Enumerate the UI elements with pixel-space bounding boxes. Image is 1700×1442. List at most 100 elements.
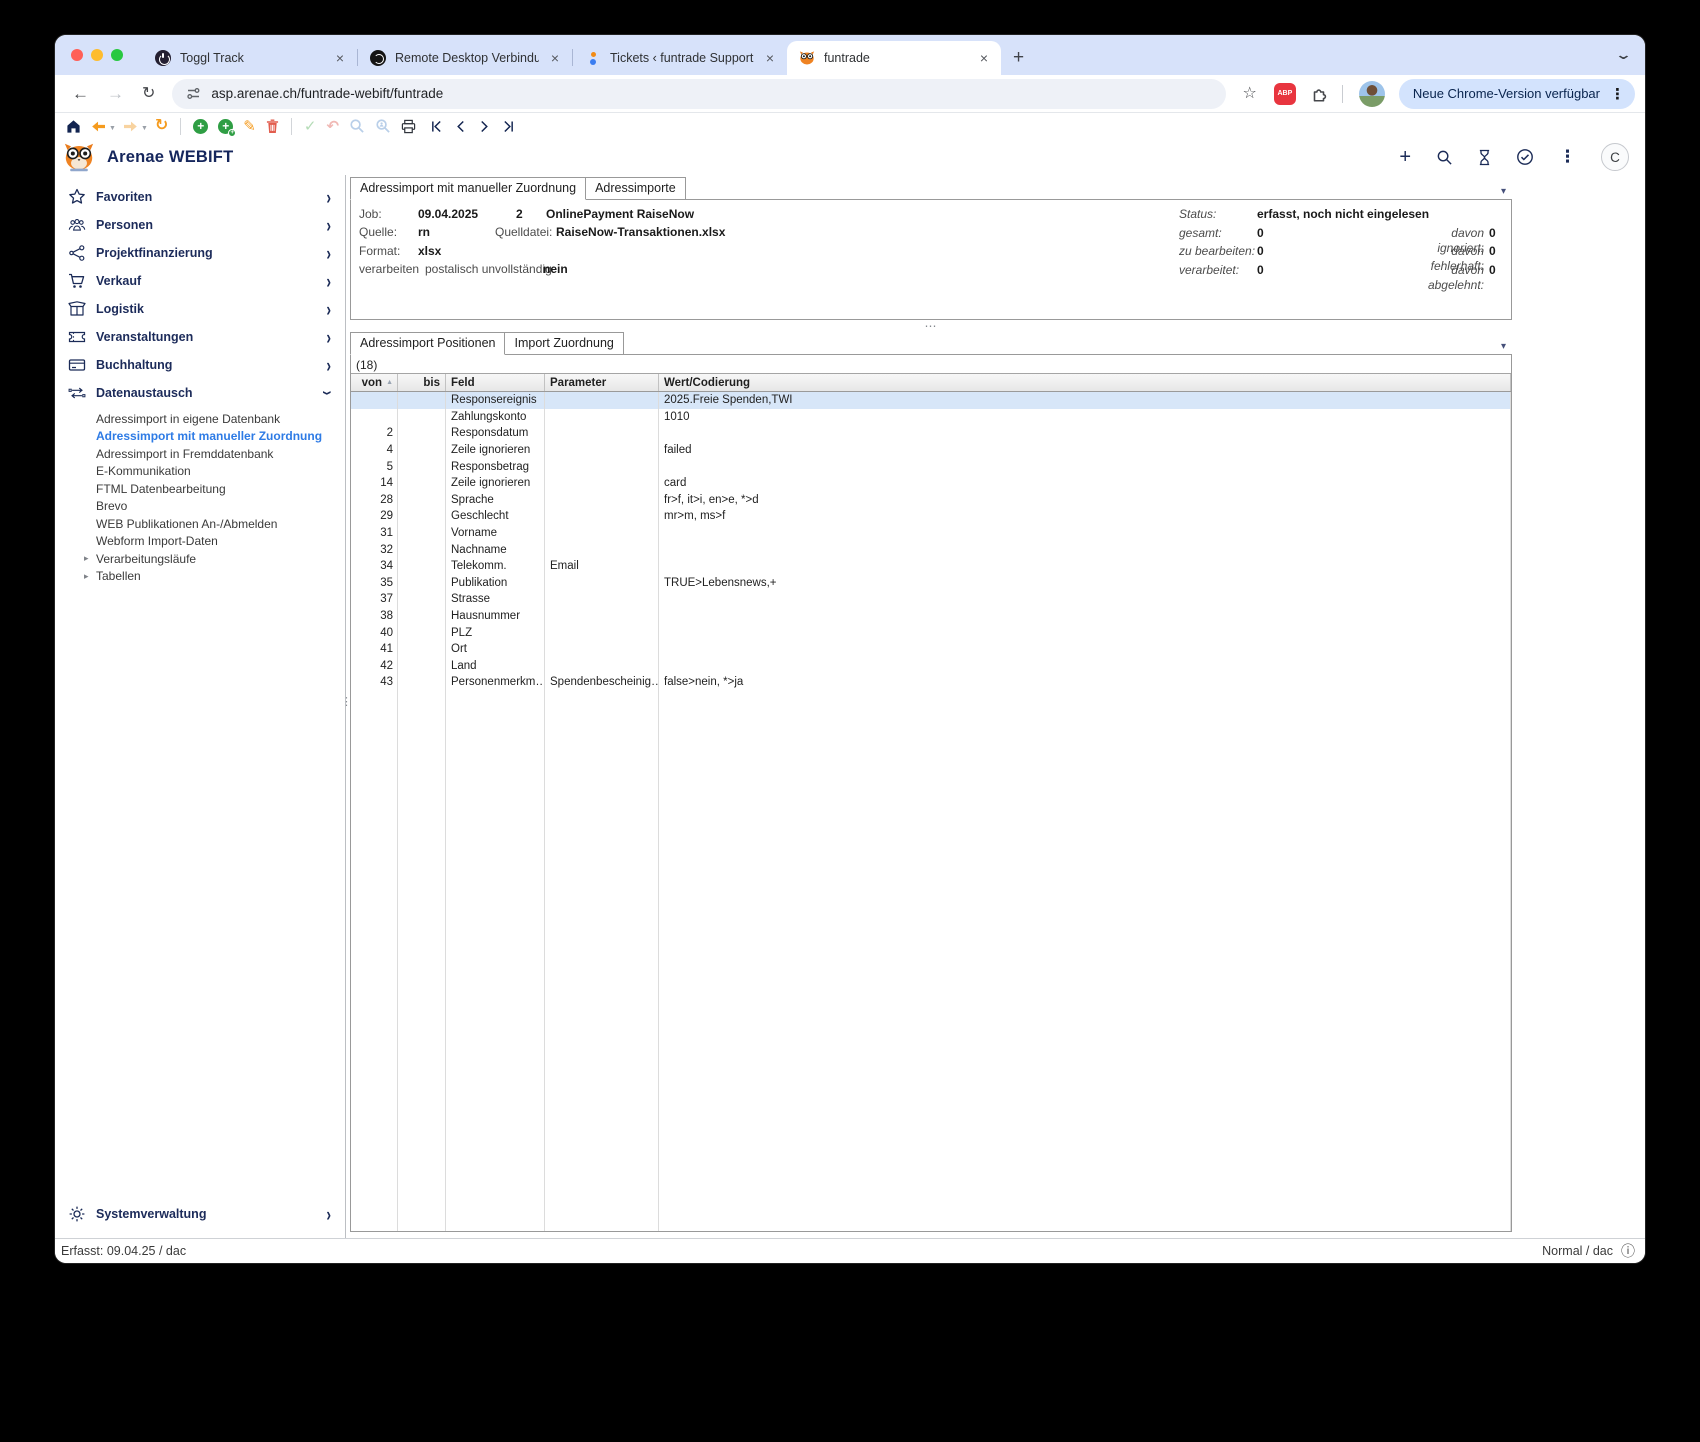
refresh-icon[interactable]: ↻ (155, 118, 168, 134)
sidebar-subitem-verarbeitungsl-ufe[interactable]: ▸ Verarbeitungsläufe (55, 550, 345, 568)
sidebar-item-projektfinanzierung[interactable]: Projektfinanzierung › (55, 239, 345, 267)
chevron-down-icon[interactable]: › (317, 391, 339, 396)
nav-back-icon[interactable] (91, 120, 106, 133)
table-row[interactable]: 41 Ort (351, 640, 1511, 658)
table-row[interactable]: 37 Strasse (351, 591, 1511, 608)
sidebar-item-favoriten[interactable]: Favoriten › (55, 183, 345, 211)
first-record-icon[interactable] (431, 120, 442, 133)
info-icon[interactable]: ⓘ (1621, 1241, 1635, 1261)
new-tab-button[interactable]: + (1013, 48, 1024, 67)
minimize-window-button[interactable] (91, 49, 103, 61)
tab-close-icon[interactable]: × (763, 50, 777, 66)
table-row[interactable]: 40 PLZ (351, 624, 1511, 641)
chevron-right-icon[interactable]: › (326, 186, 331, 208)
delete-trash-icon[interactable] (266, 118, 279, 134)
url-text[interactable]: asp.arenae.ch/funtrade-webift/funtrade (211, 86, 443, 101)
sidebar-subitem-adressimport-in-eigene-datenbank[interactable]: Adressimport in eigene Datenbank (55, 410, 345, 428)
sidebar-item-verkauf[interactable]: Verkauf › (55, 267, 345, 295)
chevron-right-icon[interactable]: › (326, 298, 331, 320)
sidebar-subitem-web-publikationen-an-abmelden[interactable]: WEB Publikationen An-/Abmelden (55, 515, 345, 533)
panel-splitter[interactable]: ⋯ (350, 320, 1512, 332)
add-copy-icon[interactable]: + + (218, 118, 237, 137)
table-row[interactable]: 4 Zeile ignorieren failed (351, 441, 1511, 459)
header-add-icon[interactable]: + (1399, 147, 1411, 167)
chevron-right-icon[interactable]: › (326, 270, 331, 292)
table-row[interactable]: 34 Telekomm. Email (351, 557, 1511, 575)
browser-tab-2[interactable]: Remote Desktop Verbindung × (358, 41, 572, 75)
forward-icon[interactable]: → (107, 85, 124, 102)
chevron-right-icon[interactable]: › (326, 214, 331, 236)
column-header-wert[interactable]: Wert/Codierung (659, 374, 1511, 391)
chrome-menu-kebab-icon[interactable]: ⋮ (1610, 85, 1625, 103)
nav-forward-caret-icon[interactable]: ▼ (141, 125, 148, 132)
reload-icon[interactable]: ↻ (142, 85, 155, 102)
tab-adressimporte[interactable]: Adressimporte (586, 177, 686, 200)
expand-triangle-icon[interactable]: ▸ (84, 554, 89, 563)
header-menu-kebab-icon[interactable]: ⋮ (1559, 147, 1576, 167)
sidebar-subitem-webform-import-daten[interactable]: Webform Import-Daten (55, 533, 345, 551)
edit-pencil-icon[interactable]: ✎ (243, 119, 256, 134)
site-settings-icon[interactable] (186, 86, 201, 101)
bookmark-star-icon[interactable]: ☆ (1243, 85, 1257, 102)
header-search-icon[interactable] (1436, 149, 1453, 166)
sidebar-subitem-adressimport-in-fremddatenbank[interactable]: Adressimport in Fremddatenbank (55, 445, 345, 463)
user-initial-button[interactable]: C (1601, 143, 1629, 171)
browser-tab-1[interactable]: Toggl Track × (143, 41, 357, 75)
print-icon[interactable] (401, 119, 416, 134)
sidebar-subitem-e-kommunikation[interactable]: E-Kommunikation (55, 463, 345, 481)
sidebar-item-buchhaltung[interactable]: Buchhaltung › (55, 351, 345, 379)
sidebar-item-logistik[interactable]: Logistik › (55, 295, 345, 323)
sidebar-subitem-adressimport-mit-manueller-zuordnung[interactable]: Adressimport mit manueller Zuordnung (55, 428, 345, 446)
chevron-right-icon[interactable]: › (326, 354, 331, 376)
nav-back-caret-icon[interactable]: ▼ (109, 125, 116, 132)
table-row[interactable]: 31 Vorname (351, 524, 1511, 542)
last-record-icon[interactable] (503, 120, 514, 133)
table-row[interactable]: 32 Nachname (351, 541, 1511, 558)
chevron-right-icon[interactable]: › (326, 242, 331, 264)
extensions-puzzle-icon[interactable] (1310, 85, 1328, 103)
undo-icon[interactable]: ↶ (326, 119, 339, 134)
tab-close-icon[interactable]: × (333, 50, 347, 66)
table-row[interactable]: 42 Land (351, 657, 1511, 675)
tab-close-icon[interactable]: × (548, 50, 562, 66)
maximize-window-button[interactable] (111, 49, 123, 61)
nav-forward-icon[interactable] (123, 120, 138, 133)
add-record-icon[interactable]: + (193, 118, 209, 134)
column-header-von[interactable]: von ▲ (351, 374, 398, 391)
table-row[interactable]: 29 Geschlecht mr>m, ms>f (351, 508, 1511, 525)
table-row[interactable]: Responsereignis 2025.Freie Spenden,TWI (351, 392, 1511, 409)
tab-adressimport-manuelle-zuordnung[interactable]: Adressimport mit manueller Zuordnung (350, 177, 587, 200)
column-header-feld[interactable]: Feld (446, 374, 545, 391)
table-row[interactable]: Zahlungskonto 1010 (351, 408, 1511, 426)
next-record-icon[interactable] (479, 120, 490, 133)
home-icon[interactable] (66, 119, 81, 134)
sidebar-item-systemverwaltung[interactable]: Systemverwaltung › (55, 1200, 345, 1228)
sidebar-subitem-tabellen[interactable]: ▸ Tabellen (55, 568, 345, 586)
sidebar-item-veranstaltungen[interactable]: Veranstaltungen › (55, 323, 345, 351)
chevron-right-icon[interactable]: › (326, 1203, 331, 1225)
sidebar-item-datenaustausch[interactable]: Datenaustausch › (55, 379, 345, 407)
chevron-right-icon[interactable]: › (326, 326, 331, 348)
table-row[interactable]: 14 Zeile ignorieren card (351, 474, 1511, 492)
tab-adressimport-positionen[interactable]: Adressimport Positionen (350, 332, 506, 355)
profile-avatar[interactable] (1358, 80, 1385, 107)
browser-tab-3[interactable]: Tickets ‹ funtrade Support — × (573, 41, 787, 75)
close-window-button[interactable] (71, 49, 83, 61)
tab-close-icon[interactable]: × (977, 50, 991, 66)
prev-record-icon[interactable] (455, 120, 466, 133)
search-person-icon[interactable] (375, 118, 391, 134)
sidebar-item-personen[interactable]: Personen › (55, 211, 345, 239)
column-header-parameter[interactable]: Parameter (545, 374, 659, 391)
header-check-circle-icon[interactable] (1516, 148, 1534, 166)
browser-tab-4[interactable]: funtrade × (787, 41, 1001, 75)
back-icon[interactable]: ← (72, 85, 89, 102)
adblock-extension-icon[interactable]: ABP (1273, 82, 1296, 105)
job-panel-collapse-icon[interactable]: ▾ (1501, 187, 1506, 197)
expand-triangle-icon[interactable]: ▸ (84, 571, 89, 581)
table-row[interactable]: 43 Personenmerkm… Spendenbescheinig… false>… (351, 674, 1511, 691)
table-row[interactable]: 5 Responsbetrag (351, 458, 1511, 475)
column-header-bis[interactable]: bis (398, 374, 446, 391)
sidebar-splitter[interactable]: ⋮ (341, 175, 352, 1238)
tab-search-chevron-icon[interactable]: ⌄ (1615, 47, 1632, 63)
chrome-update-button[interactable]: Neue Chrome-Version verfügbar ⋮ (1398, 78, 1635, 109)
